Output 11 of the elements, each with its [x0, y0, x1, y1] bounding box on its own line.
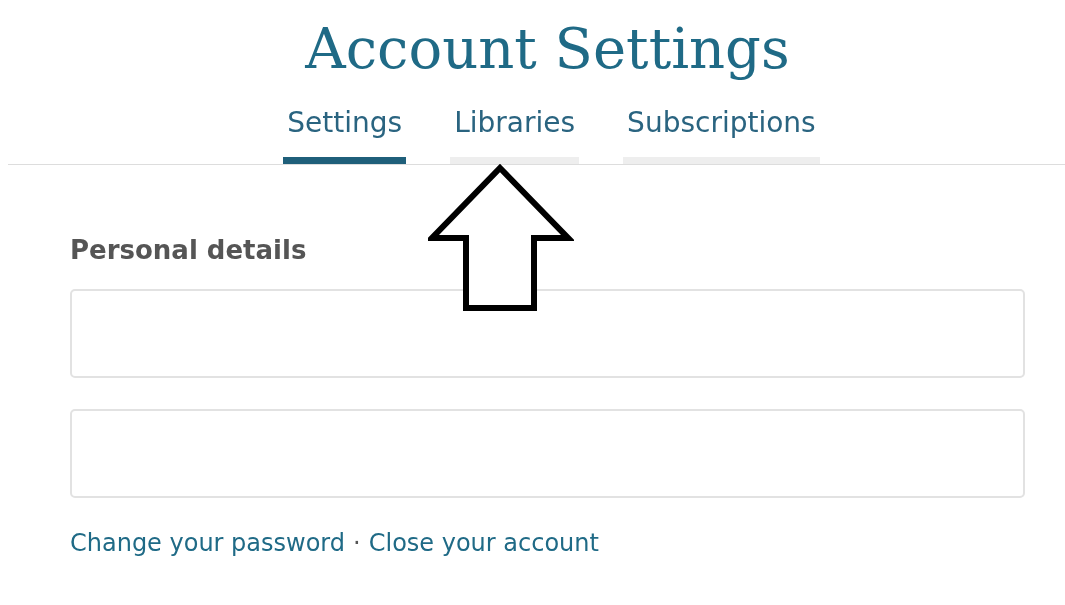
- separator: ·: [353, 529, 361, 557]
- link[interactable]: Change your password: [70, 529, 346, 557]
- section-heading: Personal details: [70, 235, 308, 265]
- tab[interactable]: Libraries: [450, 106, 580, 164]
- link[interactable]: Close your account: [368, 529, 599, 557]
- input-field[interactable]: [70, 289, 1025, 378]
- tab[interactable]: Subscriptions: [623, 106, 820, 164]
- page-title: Account Settings: [304, 15, 791, 83]
- tab[interactable]: Settings: [283, 106, 407, 164]
- input-field[interactable]: [70, 409, 1025, 498]
- up-arrow-icon: [428, 164, 574, 312]
